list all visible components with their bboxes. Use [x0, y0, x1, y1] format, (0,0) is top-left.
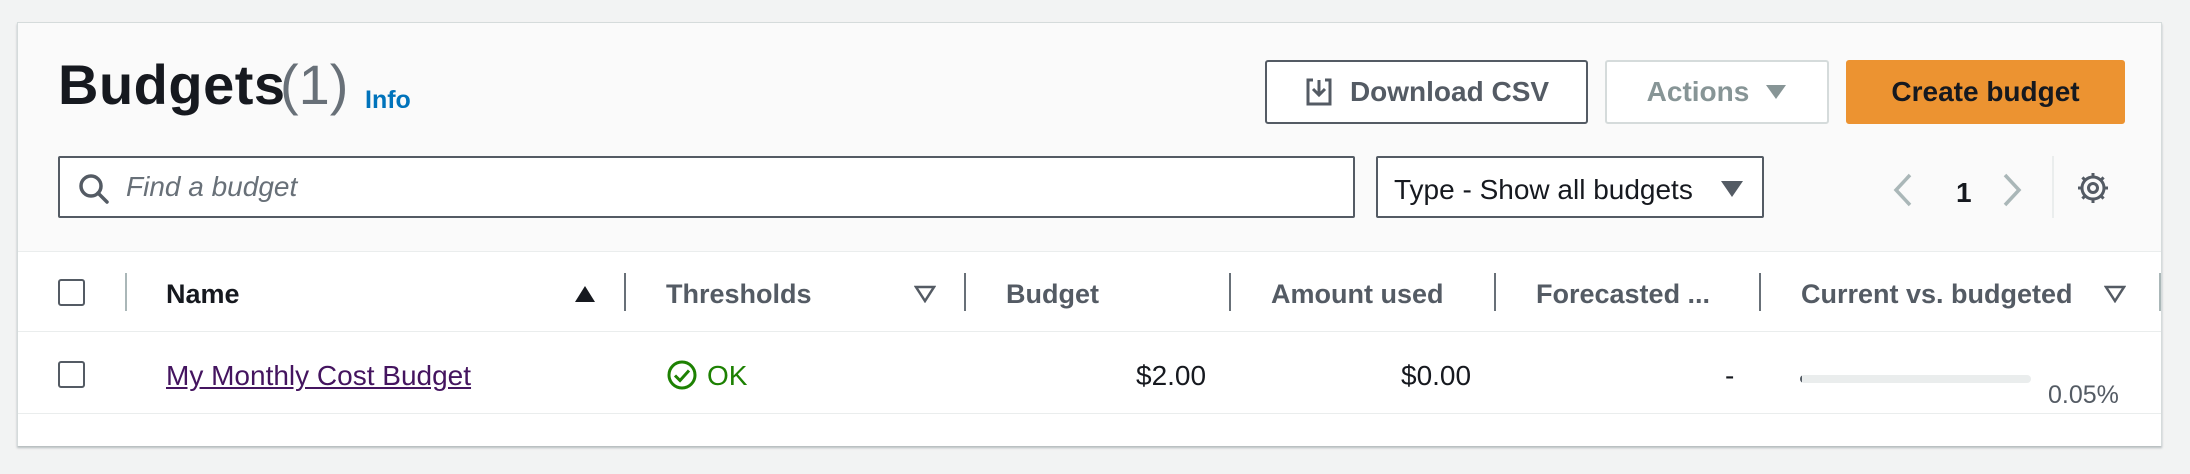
type-filter-label: Type - Show all budgets [1394, 174, 1693, 205]
settings-gear-icon[interactable] [2076, 171, 2110, 205]
actions-label: Actions [1646, 76, 1750, 107]
progress-fill [1800, 375, 1802, 383]
create-budget-button[interactable]: Create budget [1846, 60, 2125, 124]
column-separator[interactable] [1229, 273, 1231, 311]
chevron-right-icon[interactable] [2000, 172, 2024, 208]
column-separator[interactable] [1494, 273, 1496, 311]
column-separator[interactable] [1759, 273, 1761, 311]
budgets-panel: Budgets (1) Info Download CSV Actions Cr… [17, 22, 2162, 446]
column-separator [2159, 273, 2161, 311]
budget-name-link[interactable]: My Monthly Cost Budget [166, 360, 471, 392]
caret-down-icon [1721, 181, 1743, 197]
search-field[interactable] [58, 156, 1355, 218]
select-all-checkbox[interactable] [58, 279, 85, 306]
column-header-amount-used[interactable]: Amount used [1271, 279, 1444, 310]
column-separator[interactable] [624, 273, 626, 311]
sort-icon[interactable] [2104, 285, 2126, 303]
current-page-number[interactable]: 1 [1956, 177, 1972, 209]
column-header-budget[interactable]: Budget [1006, 279, 1099, 310]
status-ok-icon [667, 360, 697, 390]
sort-ascending-icon[interactable] [574, 285, 596, 303]
download-icon [1306, 78, 1332, 106]
download-csv-label: Download CSV [1349, 76, 1550, 107]
current-vs-budgeted-percent: 0.05% [2048, 381, 2119, 409]
table-top-border [18, 251, 2161, 252]
current-vs-budgeted-progress-bar [1800, 375, 2031, 383]
download-csv-button[interactable]: Download CSV [1265, 60, 1588, 124]
column-header-name[interactable]: Name [166, 279, 240, 310]
forecasted-amount: - [1725, 360, 1735, 391]
column-separator [125, 273, 127, 311]
column-header-current-vs-budgeted[interactable]: Current vs. budgeted [1801, 279, 2073, 310]
row-checkbox[interactable] [58, 361, 85, 388]
search-icon [79, 174, 109, 204]
column-header-thresholds[interactable]: Thresholds [666, 279, 812, 310]
create-budget-label: Create budget [1891, 76, 2080, 107]
actions-dropdown[interactable]: Actions [1605, 60, 1829, 124]
budget-amount: $2.00 [1136, 360, 1207, 391]
column-header-forecasted[interactable]: Forecasted ... [1536, 279, 1710, 310]
row-bottom-divider [18, 413, 2161, 414]
info-link[interactable]: Info [365, 86, 411, 115]
page-title: Budgets [58, 53, 286, 116]
type-filter-select[interactable]: Type - Show all budgets [1376, 156, 1764, 218]
sort-icon[interactable] [914, 285, 936, 303]
budget-count: (1) [280, 53, 349, 116]
amount-used: $0.00 [1401, 360, 1472, 391]
search-input[interactable] [126, 158, 1326, 216]
caret-down-icon [1766, 85, 1787, 99]
header-row-divider [18, 331, 2161, 332]
column-separator[interactable] [964, 273, 966, 311]
chevron-left-icon[interactable] [1891, 172, 1915, 208]
threshold-status: OK [707, 360, 748, 391]
pagination-divider [2052, 156, 2054, 218]
